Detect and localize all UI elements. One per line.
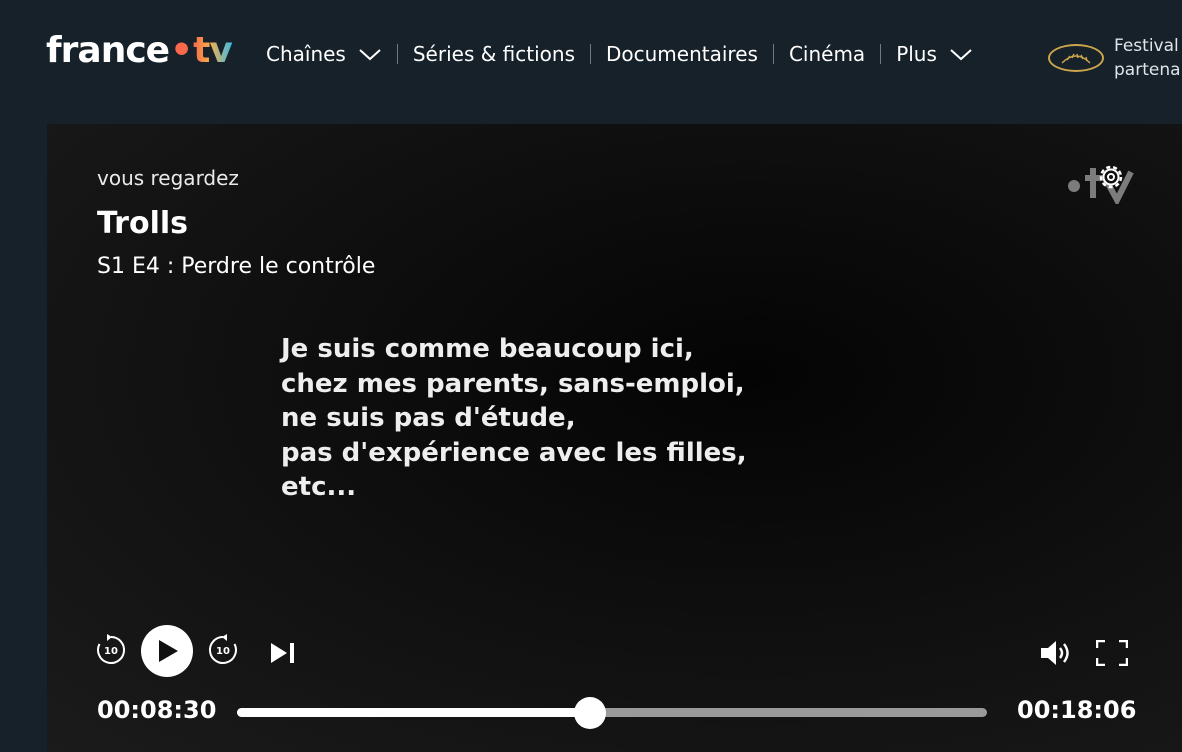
nav-item-label: Documentaires xyxy=(606,42,758,66)
fullscreen-icon[interactable] xyxy=(1096,640,1128,666)
volume-icon[interactable] xyxy=(1039,639,1075,667)
nav-divider xyxy=(590,44,591,64)
festival-label: Festival partena xyxy=(1114,34,1181,82)
logo-suffix: tv xyxy=(193,30,233,71)
chevron-down-icon xyxy=(359,49,381,61)
nav-item-series-fictions[interactable]: Séries & fictions xyxy=(413,42,575,66)
nav-item-plus[interactable]: Plus xyxy=(896,42,973,66)
settings-icon[interactable] xyxy=(1065,160,1145,204)
forward-seconds-label: 10 xyxy=(216,646,230,657)
top-navigation: france • tv Chaînes Séries & fictions Docu… xyxy=(0,0,1182,110)
subtitle-text: Je suis comme beaucoup ici, chez mes par… xyxy=(281,334,747,502)
replay-10-icon[interactable]: 10 xyxy=(95,634,127,666)
now-watching-label: vous regardez xyxy=(97,166,239,190)
logo-dot: • xyxy=(170,30,193,71)
nav-item-label: Séries & fictions xyxy=(412,42,575,66)
nav-item-documentaires[interactable]: Documentaires xyxy=(606,42,758,66)
palm-icon xyxy=(1048,44,1104,72)
replay-seconds-label: 10 xyxy=(104,646,118,657)
program-title: Trolls xyxy=(97,206,188,241)
nav-divider xyxy=(880,44,882,64)
festival-label-line1: Festival xyxy=(1114,36,1179,56)
play-button[interactable] xyxy=(141,625,193,677)
elapsed-time: 00:08:30 xyxy=(97,696,217,724)
nav-item-label: Cinéma xyxy=(788,42,866,66)
episode-title: S1 E4 : Perdre le contrôle xyxy=(97,254,376,279)
nav-divider xyxy=(396,44,398,64)
next-episode-icon[interactable] xyxy=(269,641,297,665)
remaining-time: 00:18:06 xyxy=(1017,696,1137,724)
festival-label-line2: partena xyxy=(1114,60,1181,80)
seek-bar[interactable] xyxy=(237,697,987,729)
forward-10-icon[interactable]: 10 xyxy=(207,634,239,666)
play-icon xyxy=(159,640,178,662)
logo-word: france xyxy=(46,30,170,71)
nav-item-cinema[interactable]: Cinéma xyxy=(789,42,865,66)
main-nav: Chaînes Séries & fictions Documentaires … xyxy=(266,38,973,70)
seek-bar-handle[interactable] xyxy=(573,697,606,729)
nav-item-label: Chaînes xyxy=(266,42,346,66)
france-tv-logo[interactable]: france • tv xyxy=(46,30,233,74)
festival-partner-link[interactable]: Festival partena xyxy=(1048,34,1181,82)
nav-divider xyxy=(772,44,774,64)
video-player[interactable]: vous regardez Trolls S1 E4 : Perdre le c… xyxy=(47,124,1182,752)
chevron-down-icon xyxy=(950,49,972,61)
seek-bar-progress xyxy=(237,708,590,717)
nav-item-label: Plus xyxy=(896,42,937,66)
nav-item-chaines[interactable]: Chaînes xyxy=(266,42,382,66)
